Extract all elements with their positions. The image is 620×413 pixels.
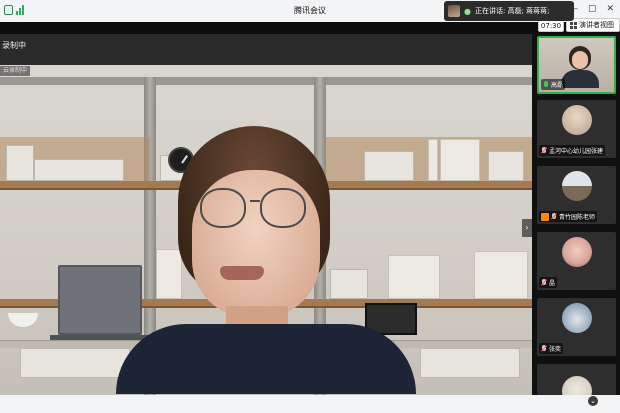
speaker-view-label: 演讲者视图: [579, 21, 614, 29]
speaking-indicator: ● 正在讲话: 高磊; 蒋蒋蒋;: [444, 1, 574, 21]
storage-box: [34, 159, 124, 181]
bowl: [8, 313, 38, 327]
participant-tile[interactable]: 张奕: [537, 298, 616, 356]
participant-nameplate: 晶: [539, 277, 558, 288]
scroll-down-icon[interactable]: ⌄: [588, 396, 598, 406]
participant-tile[interactable]: 晶: [537, 232, 616, 290]
mic-muted-icon: [541, 344, 547, 353]
mic-status-icon: [541, 212, 549, 221]
participant-nameplate: 张奕: [539, 343, 564, 354]
recording-label: 录制中: [2, 41, 26, 50]
drawer-unit: [20, 348, 130, 378]
participant-avatar: [562, 303, 592, 333]
collapse-panel-arrow-icon[interactable]: ›: [522, 219, 532, 237]
main-video[interactable]: 录制中 云录制中 ›: [0, 34, 532, 395]
participant-name: 张奕: [549, 346, 562, 353]
book: [440, 139, 480, 181]
speaking-text: 正在讲话: 高磊; 蒋蒋蒋;: [474, 7, 550, 15]
book: [474, 251, 528, 299]
participant-name: 高磊: [551, 82, 564, 89]
mic-muted-icon: [541, 146, 547, 155]
participant-avatar: [562, 105, 592, 135]
participant-avatar: [562, 376, 592, 395]
book: [428, 139, 438, 181]
participant-nameplate: 孟河中心幼儿园张建: [539, 145, 606, 156]
mic-muted-icon: [551, 212, 557, 221]
video-top-strip: [0, 34, 532, 65]
participant-tile[interactable]: 孟河中心幼儿园张建: [537, 100, 616, 158]
participant-nameplate: 高磊: [541, 79, 566, 90]
participant-name: 孟河中心幼儿园张建: [549, 148, 604, 155]
secondary-bar: [0, 22, 620, 34]
window-controls: — ▢ ✕: [569, 4, 614, 14]
drawer-unit: [420, 348, 520, 378]
mic-muted-icon: [541, 278, 547, 287]
participant-avatar: [562, 171, 592, 201]
participant-tile[interactable]: 高磊: [537, 36, 616, 94]
participant-video: [561, 46, 599, 88]
participant-panel: 高磊 孟河中心幼儿园张建 青竹园陈老师 晶 张奕: [532, 34, 620, 395]
participant-avatar: [562, 237, 592, 267]
speaker-person: [116, 126, 416, 394]
participant-name: 晶: [549, 280, 556, 287]
mic-icon: ●: [464, 6, 471, 16]
participant-tile[interactable]: 青竹园陈老师: [537, 166, 616, 224]
storage-box: [6, 145, 34, 181]
maximize-button[interactable]: ▢: [588, 4, 597, 14]
bottom-toolbar: [0, 395, 620, 413]
speaker-avatar: [448, 5, 460, 17]
mic-active-icon: [543, 80, 549, 89]
participant-nameplate: 青竹园陈老师: [539, 211, 598, 222]
shelf-beam: [0, 77, 532, 85]
participant-name: 青竹园陈老师: [559, 214, 596, 221]
close-button[interactable]: ✕: [606, 4, 614, 14]
speaker-view-button[interactable]: 演讲者视图: [566, 18, 620, 32]
participant-tile[interactable]: [537, 364, 616, 395]
storage-box: [488, 151, 524, 181]
glasses: [200, 188, 246, 228]
recording-tag[interactable]: 云录制中: [0, 66, 31, 76]
meeting-timer: 07:30: [538, 20, 564, 32]
grid-layout-icon: [570, 21, 577, 29]
